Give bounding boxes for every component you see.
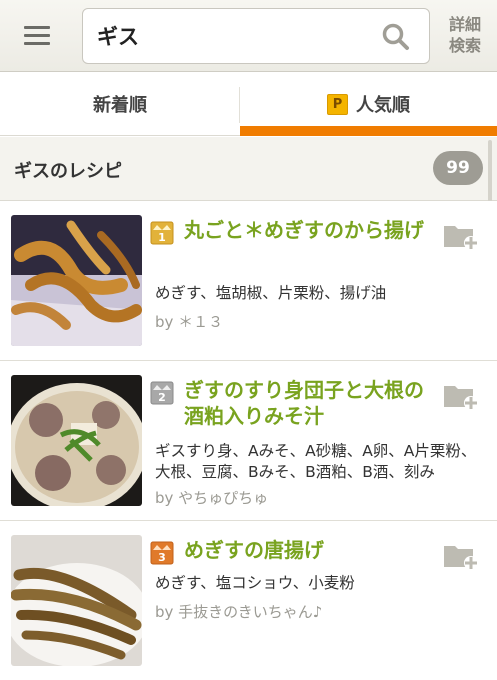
- rank-2-badge-icon: 2: [150, 381, 174, 405]
- recipe-thumbnail[interactable]: [11, 535, 142, 666]
- advanced-search-label-1: 詳細: [448, 15, 481, 34]
- add-to-folder-icon[interactable]: [443, 541, 479, 571]
- results-count-badge: 99: [433, 151, 483, 185]
- recipe-ingredients: めぎす、塩コショウ、小麦粉: [155, 574, 355, 592]
- tab-newest-label: 新着順: [93, 95, 147, 116]
- active-tab-indicator: [240, 126, 497, 136]
- add-to-folder-icon[interactable]: [443, 381, 479, 411]
- advanced-search-label-2: 検索: [448, 36, 481, 55]
- results-title: ギスのレシピ: [14, 161, 122, 182]
- recipe-title[interactable]: 丸ごと＊めぎすのから揚げ: [184, 217, 430, 243]
- tab-popular-label: 人気順: [356, 95, 410, 116]
- menu-icon[interactable]: [18, 20, 58, 52]
- recipe-author[interactable]: by やちゅぴちゅ: [155, 487, 268, 508]
- recipe-ingredients: ギスすり身、Aみそ、A砂糖、A卵、A片栗粉、大根、豆腐、Bみそ、B酒粕、B酒、刻…: [155, 442, 477, 481]
- recipe-title[interactable]: ぎすのすり身団子と大根の酒粕入りみそ汁: [184, 377, 430, 429]
- recipe-item[interactable]: 2 ぎすのすり身団子と大根の酒粕入りみそ汁 ギスすり身、Aみそ、A砂糖、A卵、A…: [0, 361, 497, 521]
- recipe-thumbnail[interactable]: [11, 215, 142, 346]
- search-box: [82, 8, 430, 64]
- add-to-folder-icon[interactable]: [443, 221, 479, 251]
- recipe-author[interactable]: by ＊１３: [155, 311, 223, 332]
- rank-number: 3: [158, 551, 166, 564]
- results-header: ギスのレシピ: [0, 137, 497, 201]
- search-input[interactable]: [83, 9, 373, 63]
- recipe-item[interactable]: 1 丸ごと＊めぎすのから揚げ めぎす、塩胡椒、片栗粉、揚げ油 by ＊１３: [0, 201, 497, 361]
- premium-p-icon: P: [327, 93, 348, 115]
- tab-newest[interactable]: 新着順: [0, 72, 240, 136]
- rank-number: 2: [158, 391, 166, 404]
- rank-1-badge-icon: 1: [150, 221, 174, 245]
- recipe-thumbnail[interactable]: [11, 375, 142, 506]
- recipe-ingredients: めぎす、塩胡椒、片栗粉、揚げ油: [155, 284, 387, 302]
- rank-number: 1: [158, 231, 166, 244]
- recipe-title[interactable]: めぎすの唐揚げ: [184, 537, 430, 563]
- recipe-author[interactable]: by 手抜きのきいちゃん♪: [155, 601, 322, 622]
- recipe-item[interactable]: 3 めぎすの唐揚げ めぎす、塩コショウ、小麦粉 by 手抜きのきいちゃん♪: [0, 521, 497, 680]
- search-icon[interactable]: [381, 22, 411, 52]
- advanced-search-button[interactable]: 詳細 検索: [440, 14, 490, 58]
- app-header: 詳細 検索: [0, 0, 497, 72]
- rank-3-badge-icon: 3: [150, 541, 174, 565]
